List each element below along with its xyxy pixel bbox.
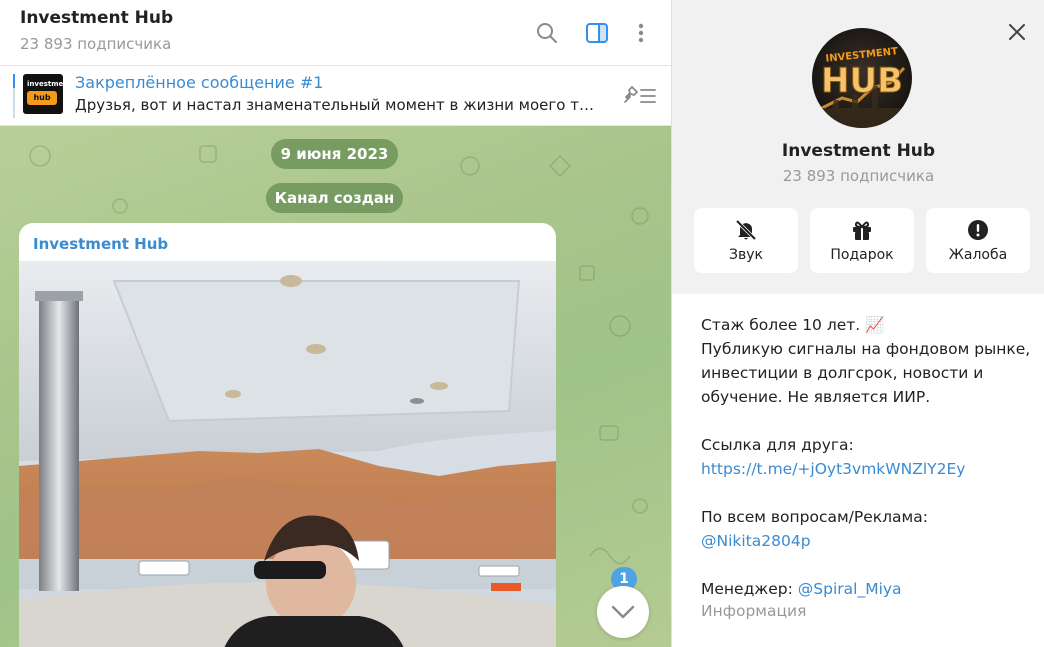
chat-title[interactable]: Investment Hub bbox=[20, 8, 173, 28]
avatar-logo-text-2: HUB bbox=[821, 61, 903, 101]
info-caption: Информация bbox=[701, 602, 807, 620]
channel-logo: INVESTMENT HUB bbox=[812, 28, 912, 128]
description-text: Стаж более 10 лет. 📈 Публикую сигналы на… bbox=[701, 313, 1031, 409]
ads-contact-label: По всем вопросам/Реклама: bbox=[701, 508, 928, 526]
description-line-2: Публикую сигналы на фондовом рынке, bbox=[701, 340, 1031, 358]
pinned-thumbnail-logo-badge: hub bbox=[27, 91, 57, 105]
pin-list-icon bbox=[624, 86, 656, 103]
pinned-indicator bbox=[13, 74, 15, 118]
channel-subscriber-count: 23 893 подписчика bbox=[782, 167, 935, 185]
description-line-4: обучение. Не является ИИР. bbox=[701, 388, 931, 406]
search-button[interactable] bbox=[531, 17, 563, 49]
gift-label: Подарок bbox=[830, 247, 894, 263]
description-line-1: Стаж более 10 лет. 📈 bbox=[701, 316, 885, 334]
more-options-button[interactable] bbox=[625, 17, 657, 49]
more-vertical-icon bbox=[638, 23, 644, 43]
chat-background: 9 июня 2023 Канал создан Investment Hub bbox=[0, 126, 671, 647]
message-photo[interactable] bbox=[19, 261, 556, 647]
message-bubble[interactable]: Investment Hub bbox=[19, 223, 556, 647]
gift-button[interactable]: Подарок bbox=[810, 208, 914, 273]
friend-link-label: Ссылка для друга: bbox=[701, 436, 854, 454]
pinned-thumbnail: investment hub bbox=[23, 74, 63, 114]
pinned-title: Закреплённое сообщение #1 bbox=[75, 73, 324, 92]
report-button[interactable]: Жалоба bbox=[926, 208, 1030, 273]
alert-icon bbox=[968, 220, 988, 240]
friend-link-block: Ссылка для друга: https://t.me/+jOyt3vmk… bbox=[701, 433, 1031, 481]
message-author[interactable]: Investment Hub bbox=[33, 235, 168, 253]
date-separator: 9 июня 2023 bbox=[271, 139, 398, 169]
chevron-down-icon bbox=[611, 605, 635, 619]
channel-avatar[interactable]: INVESTMENT HUB bbox=[812, 28, 912, 128]
pinned-text: Друзья, вот и настал знаменательный моме… bbox=[75, 96, 600, 114]
ads-contact-link[interactable]: @Nikita2804p bbox=[701, 529, 1031, 553]
toggle-info-panel-button[interactable] bbox=[581, 17, 613, 49]
close-info-button[interactable] bbox=[1003, 18, 1031, 46]
manager-label: Менеджер: bbox=[701, 580, 798, 598]
service-message-channel-created: Канал создан bbox=[266, 183, 403, 213]
bell-off-icon bbox=[735, 219, 757, 241]
yacht-photo bbox=[19, 261, 556, 647]
channel-info-panel: INVESTMENT HUB Investment Hub 23 893 под… bbox=[671, 0, 1044, 647]
manager-block: Менеджер: @Spiral_Miya bbox=[701, 577, 1031, 601]
pinned-list-button[interactable] bbox=[622, 84, 658, 106]
ads-contact-block: По всем вопросам/Реклама: @Nikita2804p bbox=[701, 505, 1031, 553]
mute-button[interactable]: Звук bbox=[694, 208, 798, 273]
gift-icon bbox=[853, 221, 871, 240]
description-line-3: инвестиции в долгсрок, новости и bbox=[701, 364, 984, 382]
pinned-message-bar[interactable]: investment hub Закреплённое сообщение #1… bbox=[0, 66, 671, 126]
manager-link[interactable]: @Spiral_Miya bbox=[798, 580, 902, 598]
sidebar-panel-icon bbox=[586, 23, 608, 43]
report-label: Жалоба bbox=[948, 247, 1008, 263]
friend-invite-link[interactable]: https://t.me/+jOyt3vmkWNZlY2Ey bbox=[701, 457, 1031, 481]
chat-area: Investment Hub 23 893 подписчика investm… bbox=[0, 0, 671, 647]
mute-label: Звук bbox=[729, 247, 763, 263]
pinned-thumbnail-logo-text: investment bbox=[27, 80, 63, 88]
chat-subscriber-count: 23 893 подписчика bbox=[20, 35, 172, 53]
channel-name: Investment Hub bbox=[781, 141, 936, 161]
channel-description: Стаж более 10 лет. 📈 Публикую сигналы на… bbox=[672, 294, 1044, 647]
search-icon bbox=[537, 23, 557, 43]
close-icon bbox=[1009, 24, 1025, 40]
scroll-to-bottom-button[interactable] bbox=[597, 586, 649, 638]
chat-header[interactable]: Investment Hub 23 893 подписчика bbox=[0, 0, 671, 66]
